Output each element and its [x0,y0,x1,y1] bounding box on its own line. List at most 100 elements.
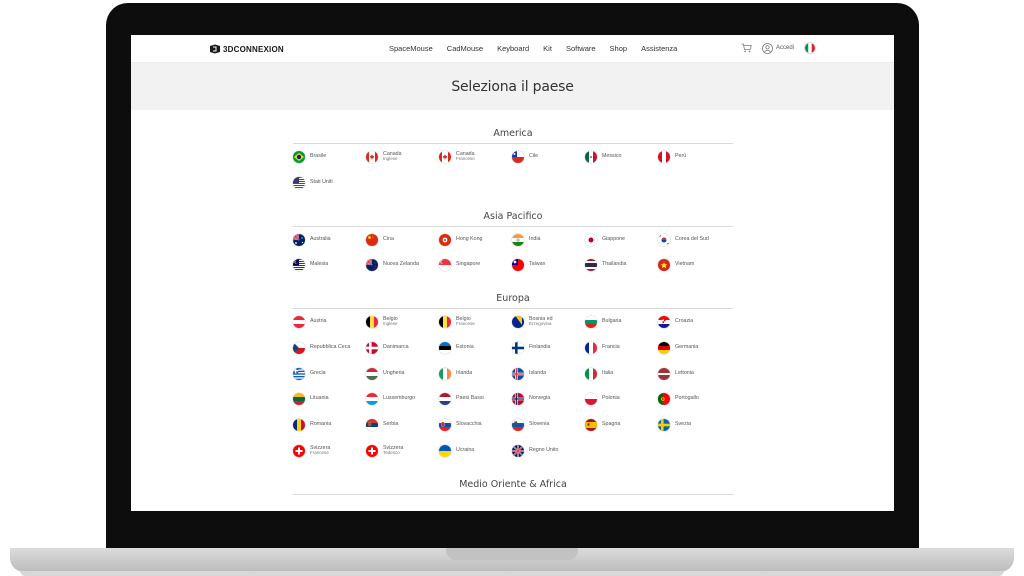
country-link-corea-del-sud[interactable]: Corea del Sud [658,233,709,246]
country-link-bosnia-ed-erzegovina[interactable]: Bosnia ed Erzegovina [512,316,553,328]
flag-si-icon [512,419,524,432]
country-link-serbia[interactable]: Serbia [366,419,399,432]
country-name: Serbia [383,421,399,428]
country-link-francia[interactable]: Francia [585,341,620,354]
country-link-nuova-zelanda[interactable]: Nuova Zelanda [366,259,419,272]
nav-item-spacemouse[interactable]: SpaceMouse [389,44,433,53]
flag-fi-icon [512,341,524,354]
country-link-messico[interactable]: Messico [585,151,621,163]
country-text: Corea del Sud [675,235,709,243]
country-link-germania[interactable]: Germania [658,341,698,354]
flag-ch-icon [293,445,305,457]
country-link-canada-inglese[interactable]: Canada Inglese [366,151,402,163]
country-link-finlandia[interactable]: Finlandia [512,341,551,354]
flag-lt-icon [293,393,305,406]
nav-item-software[interactable]: Software [566,44,596,53]
country-link-lussemburgo[interactable]: Lussemburgo [366,393,415,406]
country-name: Francia [602,343,620,350]
country-link-islanda[interactable]: Islanda [512,367,546,380]
country-link-malesia[interactable]: Malesia [293,259,328,272]
country-link-portogallo[interactable]: Portogallo [658,393,699,406]
country-text: Svizzera Francese [310,445,330,457]
country-link-canada-francese[interactable]: Canada Francese [439,151,475,163]
country-link-vietnam[interactable]: Vietnam [658,259,694,272]
country-link-cile[interactable]: Cile [512,151,538,163]
country-link-cina[interactable]: Cina [366,233,394,246]
country-link-singapore[interactable]: Singapore [439,259,480,272]
country-link-polonia[interactable]: Polonia [585,393,620,406]
country-link-svezia[interactable]: Svezia [658,419,691,432]
country-link-india[interactable]: India [512,233,541,246]
site-logo[interactable]: 3DCONNEXION [209,43,284,55]
country-text: Finlandia [529,344,551,351]
country-link-giappone[interactable]: Giappone [585,233,625,246]
login-link[interactable]: Accedi [762,42,794,54]
country-language: Tedesco [383,450,400,456]
flag-dk-icon [366,341,378,354]
country-text: Stati Uniti [310,179,333,186]
language-flag-icon[interactable] [804,42,816,54]
logo-text: 3DCONNEXION [223,44,284,54]
country-text: Cile [529,153,538,160]
country-text: Brasile [310,153,326,160]
flag-ro-icon [293,419,305,432]
country-link-belgio-francese[interactable]: Belgio Francese [439,316,475,328]
country-link-grecia[interactable]: Grecia [293,367,326,380]
country-name: Corea del Sud [675,235,709,242]
country-link-belgio-inglese[interactable]: Belgio Inglese [366,316,398,328]
country-link-italia[interactable]: Italia [585,367,613,380]
flag-vn-icon [658,259,670,272]
country-link-ucraina[interactable]: Ucraina [439,445,474,457]
cart-icon[interactable] [741,43,752,53]
country-link-bulgaria[interactable]: Bulgaria [585,316,621,328]
country-link-thailandia[interactable]: Thailandia [585,259,626,272]
country-link-repubblica-ceca[interactable]: Repubblica Ceca [293,341,350,354]
country-link-croazia[interactable]: Croazia [658,316,693,328]
country-link-spagna[interactable]: Spagna [585,419,620,432]
country-link-stati-uniti[interactable]: Stati Uniti [293,176,333,189]
nav-item-cadmouse[interactable]: CadMouse [447,44,483,53]
country-link-taiwan[interactable]: Taiwan [512,259,546,272]
region-divider [293,494,733,495]
country-link-lituania[interactable]: Lituania [293,393,329,406]
country-text: Lituania [310,396,329,402]
country-text: Hong Kong [456,236,483,243]
country-text: Cina [383,236,394,243]
country-link-svizzera-francese[interactable]: Svizzera Francese [293,445,330,457]
country-link-svizzera-tedesco[interactable]: Svizzera Tedesco [366,445,403,457]
country-text: Bosnia ed Erzegovina [529,316,553,328]
country-link-norvegia[interactable]: Norvegia [512,393,550,406]
country-text: Lettonia [675,370,694,377]
country-text: Canada Francese [456,151,475,163]
flag-rs-icon [366,419,378,432]
country-link-peru[interactable]: Perù [658,151,686,163]
country-link-romania[interactable]: Romania [293,419,331,432]
country-link-slovenia[interactable]: Slovenia [512,419,549,432]
country-link-slovacchia[interactable]: Slovacchia [439,419,482,432]
nav-item-kit[interactable]: Kit [543,44,552,53]
flag-at-icon [293,316,305,328]
country-text: Polonia [602,396,620,402]
country-link-regno-unito[interactable]: Regno Unito [512,445,558,457]
country-name: Svezia [675,421,691,428]
nav-item-keyboard[interactable]: Keyboard [497,44,529,53]
country-link-paesi-bassi[interactable]: Paesi Bassi [439,393,484,406]
country-link-lettonia[interactable]: Lettonia [658,367,694,380]
country-text: Irlanda [456,369,473,377]
country-link-danimarca[interactable]: Danimarca [366,341,409,354]
flag-ua-icon [439,445,451,457]
flag-pt-icon [658,393,670,406]
country-link-brasile[interactable]: Brasile [293,151,326,163]
nav-item-shop[interactable]: Shop [610,44,628,53]
nav-item-assistenza[interactable]: Assistenza [641,44,677,53]
country-link-ungheria[interactable]: Ungheria [366,367,405,380]
flag-it-icon [585,367,597,380]
country-text: Taiwan [529,262,546,268]
country-text: Germania [675,344,698,351]
country-name: Irlanda [456,369,473,376]
country-link-irlanda[interactable]: Irlanda [439,367,473,380]
country-link-hong-kong[interactable]: Hong Kong [439,233,483,246]
country-link-australia[interactable]: Australia [293,233,331,246]
country-link-estonia[interactable]: Estonia [439,341,474,354]
country-link-austria[interactable]: Austria [293,316,327,328]
